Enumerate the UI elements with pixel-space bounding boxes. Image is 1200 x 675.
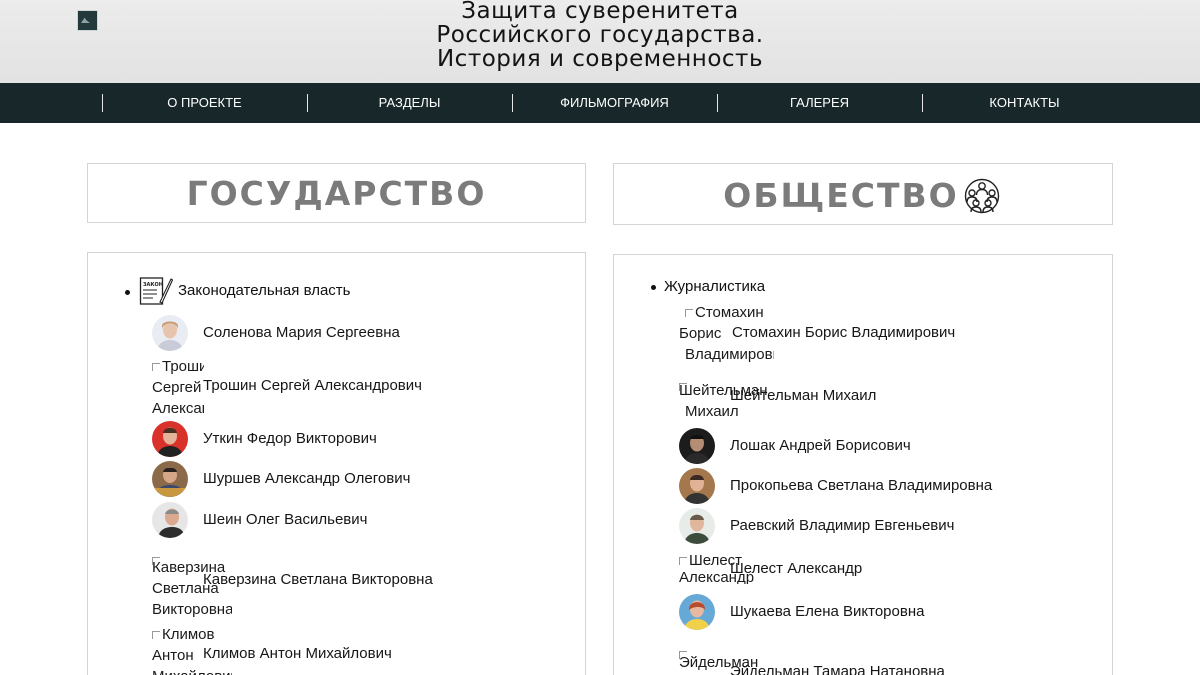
- section-journalism[interactable]: Журналистика: [664, 278, 765, 295]
- people-group-icon: [964, 178, 1000, 214]
- person-name[interactable]: Раевский Владимир Евгеньевич: [730, 517, 954, 534]
- state-title[interactable]: ГОСУДАРСТВО: [88, 174, 585, 213]
- avatar: [152, 421, 188, 457]
- avatar: [679, 594, 715, 630]
- header-title-line-1: Защита суверенитета: [461, 0, 739, 24]
- person-name[interactable]: Шеин Олег Васильевич: [203, 511, 367, 528]
- person-name[interactable]: Каверзина Светлана Викторовна: [203, 571, 433, 588]
- nav-contacts[interactable]: КОНТАКТЫ: [922, 83, 1127, 123]
- site-header: Защита суверенитета Российского государс…: [0, 0, 1200, 83]
- person-name[interactable]: Стомахин Борис Владимирович: [732, 324, 955, 341]
- nav-gallery[interactable]: ГАЛЕРЕЯ: [717, 83, 922, 123]
- person-name[interactable]: Трошин Сергей Александрович: [203, 377, 422, 394]
- person-name[interactable]: Шейтельман Михаил: [730, 387, 876, 404]
- law-document-icon: ЗАКОН: [139, 277, 173, 305]
- law-icon-label: ЗАКОН: [143, 282, 163, 288]
- list-bullet: [651, 285, 656, 290]
- society-title-card[interactable]: ОБЩЕСТВО: [613, 163, 1113, 225]
- avatar: [152, 461, 188, 497]
- header-title-line-3: История и современность: [436, 46, 764, 72]
- section-legislative[interactable]: Законодательная власть: [178, 282, 350, 299]
- avatar: [152, 502, 188, 538]
- nav-sections[interactable]: РАЗДЕЛЫ: [307, 83, 512, 123]
- person-name[interactable]: Шелест Александр: [730, 560, 862, 577]
- header-title-line-2: Российского государства.: [436, 22, 764, 48]
- person-name[interactable]: Эйдельман Тамара Натановна: [730, 663, 945, 675]
- society-title[interactable]: ОБЩЕСТВО: [592, 176, 1090, 215]
- broken-avatar-alt: Трошин Сергей Александрович: [152, 358, 204, 417]
- nav-filmography[interactable]: ФИЛЬМОГРАФИЯ: [512, 83, 717, 123]
- person-name[interactable]: Шуршев Александр Олегович: [203, 470, 410, 487]
- person-name[interactable]: Уткин Федор Викторович: [203, 430, 377, 447]
- person-name[interactable]: Соленова Мария Сергеевна: [203, 324, 400, 341]
- avatar: [152, 315, 188, 351]
- logo-broken-image-icon[interactable]: [77, 10, 98, 31]
- person-name[interactable]: Шукаева Елена Викторовна: [730, 603, 924, 620]
- avatar: [679, 508, 715, 544]
- list-bullet: [125, 290, 130, 295]
- state-title-card[interactable]: ГОСУДАРСТВО: [87, 163, 586, 223]
- person-name[interactable]: Лошак Андрей Борисович: [730, 437, 911, 454]
- person-name[interactable]: Климов Антон Михайлович: [203, 645, 392, 662]
- nav-about[interactable]: О ПРОЕКТЕ: [102, 83, 307, 123]
- person-name[interactable]: Прокопьева Светлана Владимировна: [730, 477, 992, 494]
- avatar: [679, 428, 715, 464]
- avatar: [679, 468, 715, 504]
